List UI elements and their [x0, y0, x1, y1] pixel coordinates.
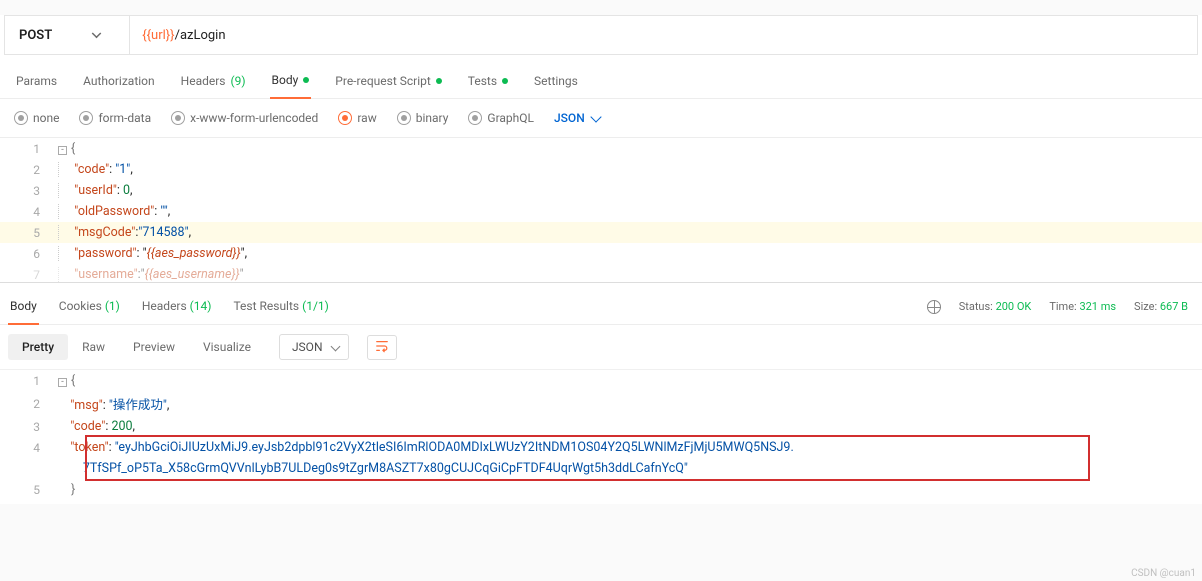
url-variable: {{url}}	[142, 28, 174, 43]
resp-tab-tests[interactable]: Test Results (1/1)	[231, 295, 330, 324]
radio-graphql[interactable]: GraphQL	[468, 111, 534, 125]
url-input[interactable]: {{url}}/azLogin	[130, 28, 237, 43]
tab-body[interactable]: Body	[270, 67, 312, 99]
tab-headers[interactable]: Headers (9)	[179, 68, 248, 98]
body-type-row: none form-data x-www-form-urlencoded raw…	[0, 99, 1202, 137]
response-format-select[interactable]: JSON	[279, 334, 349, 360]
radio-none[interactable]: none	[14, 111, 59, 125]
method-select[interactable]: POST	[5, 28, 129, 43]
view-visualize[interactable]: Visualize	[189, 334, 265, 360]
wrap-lines-button[interactable]	[367, 335, 397, 360]
tab-prerequest[interactable]: Pre-request Script	[333, 68, 443, 98]
tab-tests[interactable]: Tests	[466, 68, 510, 98]
radio-binary[interactable]: binary	[397, 111, 449, 125]
view-pretty[interactable]: Pretty	[8, 334, 68, 360]
request-body-editor[interactable]: 1-{ 2 "code": "1", 3 "userId": 0, 4 "old…	[0, 137, 1202, 282]
dot-icon	[502, 78, 508, 84]
request-bar: POST {{url}}/azLogin	[4, 15, 1198, 55]
response-view-row: Pretty Raw Preview Visualize JSON	[0, 325, 1202, 370]
chevron-down-icon	[92, 29, 102, 39]
dot-icon	[303, 77, 309, 83]
tab-params[interactable]: Params	[14, 68, 59, 98]
response-tabs: Body Cookies (1) Headers (14) Test Resul…	[0, 282, 1202, 325]
view-preview[interactable]: Preview	[119, 334, 189, 360]
resp-tab-body[interactable]: Body	[8, 295, 39, 325]
resp-tab-headers[interactable]: Headers (14)	[140, 295, 214, 324]
dot-icon	[436, 78, 442, 84]
fold-icon[interactable]: -	[58, 146, 67, 155]
response-status: Status: 200 OK Time: 321 ms Size: 667 B	[927, 300, 1188, 320]
tab-settings[interactable]: Settings	[532, 68, 580, 98]
response-body-editor[interactable]: 1-{ 2 "msg": "操作成功", 3 "code": 200, 4 "t…	[0, 370, 1202, 504]
radio-formdata[interactable]: form-data	[79, 111, 151, 125]
watermark: CSDN @cuan1	[1131, 568, 1196, 579]
body-format-select[interactable]: JSON	[554, 111, 600, 125]
fold-icon[interactable]: -	[58, 378, 67, 387]
request-tabs: Params Authorization Headers (9) Body Pr…	[0, 55, 1202, 99]
tab-authorization[interactable]: Authorization	[81, 68, 157, 98]
chevron-down-icon	[330, 341, 340, 351]
view-raw[interactable]: Raw	[68, 334, 119, 360]
url-suffix: /azLogin	[175, 28, 226, 43]
globe-icon[interactable]	[927, 300, 941, 314]
method-label: POST	[19, 28, 52, 43]
radio-raw[interactable]: raw	[338, 111, 376, 125]
radio-xwww[interactable]: x-www-form-urlencoded	[171, 111, 318, 125]
resp-tab-cookies[interactable]: Cookies (1)	[57, 295, 122, 324]
chevron-down-icon	[590, 111, 601, 122]
